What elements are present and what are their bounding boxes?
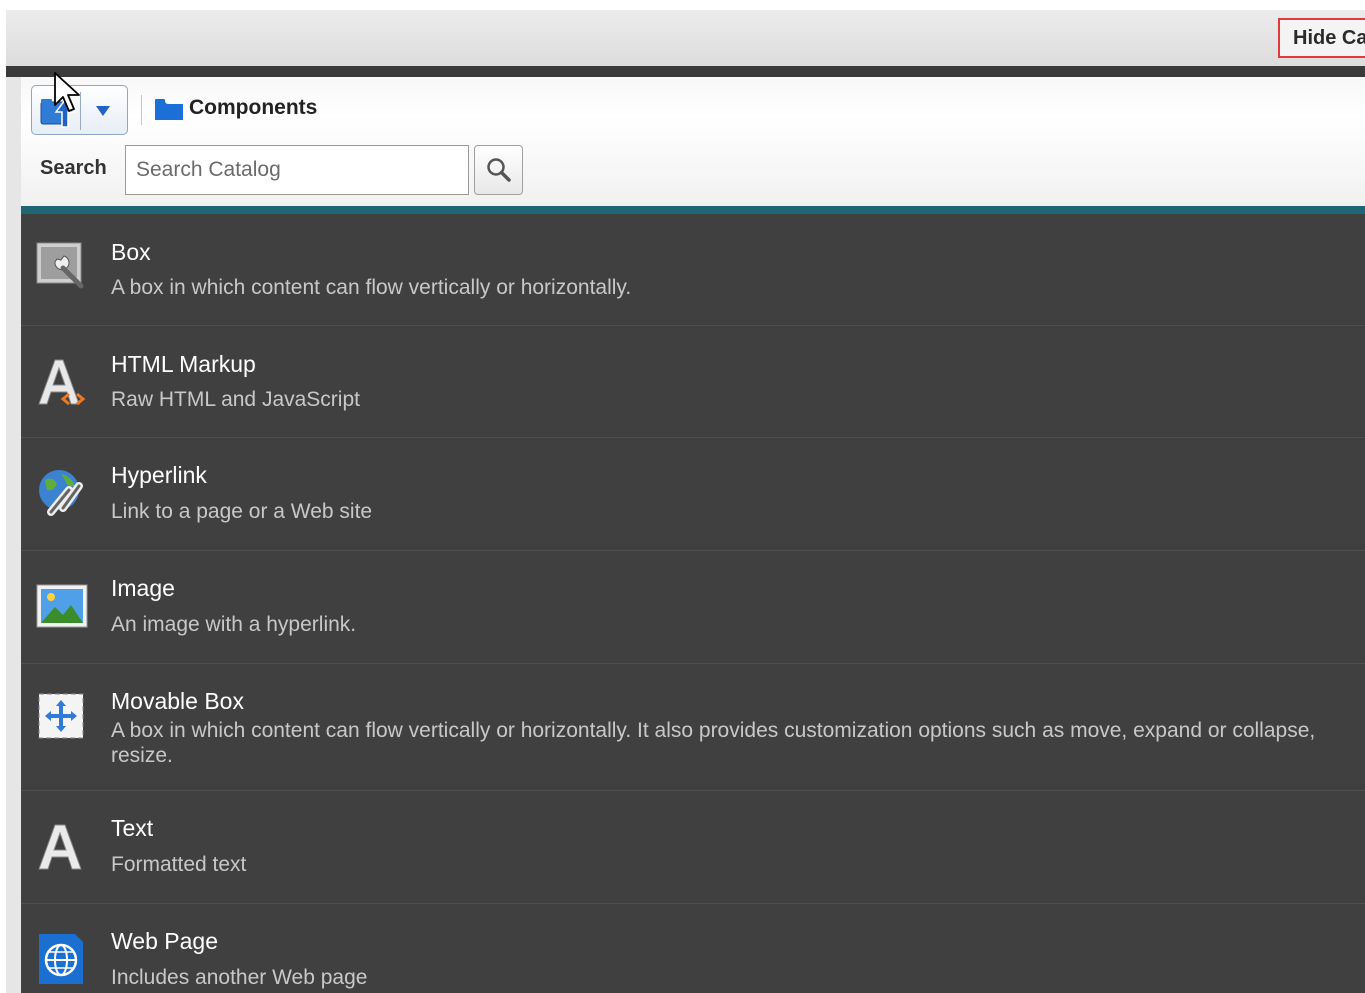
html-markup-icon bbox=[38, 359, 86, 406]
image-icon bbox=[36, 584, 88, 628]
item-description: A box in which content can flow vertical… bbox=[111, 719, 1316, 767]
item-title: Movable Box bbox=[111, 688, 244, 714]
item-title: Hyperlink bbox=[111, 462, 207, 488]
toolbar-accent-line bbox=[21, 206, 1365, 214]
list-item-web-page[interactable]: Web Page Includes another Web page bbox=[21, 904, 1365, 993]
item-description: A box in which content can flow vertical… bbox=[111, 276, 632, 299]
search-button[interactable] bbox=[474, 145, 523, 195]
list-item-movable-box[interactable]: Movable Box A box in which content can f… bbox=[21, 664, 1365, 791]
hyperlink-globe-icon bbox=[39, 470, 83, 516]
header-divider bbox=[6, 66, 1365, 77]
item-description: Raw HTML and JavaScript bbox=[111, 388, 360, 411]
top-bar: Hide Ca bbox=[6, 10, 1365, 66]
box-wrench-icon bbox=[36, 242, 84, 289]
item-description: Link to a page or a Web site bbox=[111, 500, 373, 523]
item-description: Includes another Web page bbox=[111, 966, 368, 989]
breadcrumb-components[interactable]: Components bbox=[189, 96, 317, 120]
list-item-html-markup[interactable]: HTML Markup Raw HTML and JavaScript bbox=[21, 326, 1365, 438]
item-title: Web Page bbox=[111, 928, 218, 954]
search-icon bbox=[487, 158, 511, 182]
component-list: Box A box in which content can flow vert… bbox=[21, 214, 1365, 993]
search-label: Search bbox=[40, 157, 107, 179]
list-item-image[interactable]: Image An image with a hyperlink. bbox=[21, 551, 1365, 664]
item-title: Image bbox=[111, 575, 175, 601]
movable-box-icon bbox=[38, 693, 84, 739]
web-page-icon bbox=[39, 934, 83, 984]
chevron-down-icon[interactable] bbox=[94, 104, 112, 118]
folder-icon bbox=[155, 99, 183, 120]
item-description: Formatted text bbox=[111, 853, 247, 876]
catalog-window: Hide Ca Components Search Search Catalog… bbox=[6, 10, 1365, 993]
list-item-box[interactable]: Box A box in which content can flow vert… bbox=[21, 214, 1365, 326]
search-catalog-input[interactable] bbox=[125, 145, 469, 195]
toolbar-separator bbox=[141, 95, 142, 125]
catalog-toolbar: Components Search bbox=[21, 77, 1365, 210]
item-title: Box bbox=[111, 239, 151, 265]
item-title: Text bbox=[111, 815, 154, 841]
item-title: HTML Markup bbox=[111, 351, 256, 377]
list-item-hyperlink[interactable]: Hyperlink Link to a page or a Web site bbox=[21, 438, 1365, 551]
item-description: An image with a hyperlink. bbox=[111, 613, 357, 636]
list-item-text[interactable]: Text Formatted text bbox=[21, 791, 1365, 904]
mouse-cursor-icon bbox=[54, 72, 80, 112]
text-icon bbox=[38, 824, 82, 870]
hide-catalog-button[interactable]: Hide Ca bbox=[1278, 18, 1365, 58]
